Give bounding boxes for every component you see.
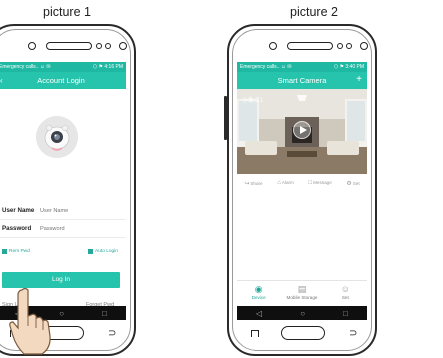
plus-icon[interactable]: + <box>356 72 362 88</box>
camera-card[interactable]: 小象点1 ↪Share ⌂Alarm □Message ⚙Set <box>237 89 367 191</box>
message-label: Message <box>313 180 332 185</box>
tab-storage-label: Mobile Storage <box>286 295 318 300</box>
device-icon: ◉ <box>254 284 263 294</box>
sensor-dot-icon <box>96 43 102 49</box>
alarm-label: Alarm <box>281 180 294 185</box>
speaker-grille <box>46 42 92 50</box>
status-right: ⬡ ⚑ 4:16 PM <box>92 64 123 70</box>
settings-label: Set <box>352 180 360 186</box>
camera-preview[interactable]: 小象点1 <box>237 89 367 174</box>
message-icon: □ <box>308 180 313 186</box>
alarm-icon: ⌂ <box>277 180 281 186</box>
tab-set-label: Set <box>341 295 349 300</box>
play-icon[interactable] <box>293 121 311 139</box>
phone-frame-2: Emergency calls.. ☺ ✉ ⬡ ⚑ 3:40 PM Smart … <box>227 24 377 356</box>
settings-icon: ⚙ <box>346 180 352 187</box>
share-icon: ↪ <box>244 180 250 187</box>
proximity-sensor-icon <box>119 42 127 50</box>
status-right: ⬡ ⚑ 3:40 PM <box>333 64 364 70</box>
front-camera-icon <box>28 42 36 50</box>
caption-picture-2: picture 2 <box>290 5 338 19</box>
message-button[interactable]: □Message <box>308 180 331 186</box>
page-title: Smart Camera <box>277 76 327 85</box>
hw-menu-icon[interactable] <box>251 330 259 337</box>
tab-device[interactable]: ◉ Device <box>239 281 279 306</box>
caption-picture-1: picture 1 <box>43 5 91 19</box>
sensor-dot-icon <box>337 43 343 49</box>
remember-password-label: Rem Pwd <box>9 249 30 254</box>
remember-password-checkbox[interactable]: Rem Pwd <box>2 249 30 254</box>
checkbox-checked-icon <box>88 249 93 254</box>
storage-icon: ▤ <box>297 284 307 294</box>
pointing-hand-icon <box>9 287 51 355</box>
avatar <box>36 116 78 158</box>
tab-device-label: Device <box>251 295 266 300</box>
hw-back-icon[interactable]: ⊃ <box>349 329 357 339</box>
nav-home-icon[interactable]: ○ <box>59 309 64 318</box>
username-row: User Name <box>0 202 126 220</box>
back-icon[interactable]: ‹ <box>0 72 3 89</box>
password-row: Password <box>0 220 126 238</box>
share-button[interactable]: ↪Share <box>244 180 262 187</box>
bottom-tab-bar: ◉ Device ▤ Mobile Storage ☺ Set <box>237 280 367 306</box>
front-camera-icon <box>269 42 277 50</box>
android-nav-bar: ◁ ○ □ <box>237 306 367 320</box>
user-icon: ☺ <box>340 284 350 294</box>
status-left: Emergency calls.. ☺ ✉ <box>240 64 292 70</box>
hardware-buttons: ⊃ <box>229 324 375 342</box>
camera-name: 小象点1 <box>242 98 264 104</box>
checkbox-checked-icon <box>2 249 7 254</box>
auto-login-label: Auto Login <box>95 249 118 254</box>
nav-recent-icon[interactable]: □ <box>343 309 348 318</box>
proximity-sensor-icon <box>360 42 368 50</box>
settings-button[interactable]: ⚙Set <box>346 180 359 187</box>
camera-mascot-icon <box>36 116 78 158</box>
username-label: User Name <box>2 207 35 214</box>
sensor-dot-icon <box>105 43 111 49</box>
nav-back-icon[interactable]: ◁ <box>256 309 262 318</box>
screen-login: Emergency calls.. ☺ ✉ ⬡ ⚑ 4:16 PM ‹ Acco… <box>0 62 126 320</box>
password-label: Password <box>2 225 32 232</box>
hw-home-button[interactable] <box>281 326 325 340</box>
status-left: Emergency calls.. ☺ ✉ <box>0 64 51 70</box>
screen-device-list: Emergency calls.. ☺ ✉ ⬡ ⚑ 3:40 PM Smart … <box>237 62 367 320</box>
nav-recent-icon[interactable]: □ <box>102 309 107 318</box>
status-bar: Emergency calls.. ☺ ✉ ⬡ ⚑ 3:40 PM <box>237 62 367 72</box>
auto-login-checkbox[interactable]: Auto Login <box>88 249 118 254</box>
speaker-grille <box>287 42 333 50</box>
alarm-button[interactable]: ⌂Alarm <box>277 180 294 186</box>
page-title: Account Login <box>37 76 85 85</box>
status-bar: Emergency calls.. ☺ ✉ ⬡ ⚑ 4:16 PM <box>0 62 126 72</box>
password-input[interactable] <box>40 220 110 238</box>
share-label: Share <box>250 180 263 186</box>
hw-back-icon[interactable]: ⊃ <box>108 329 116 339</box>
title-bar: Smart Camera + <box>237 72 367 89</box>
tab-mobile-storage[interactable]: ▤ Mobile Storage <box>282 281 322 306</box>
nav-home-icon[interactable]: ○ <box>300 309 305 318</box>
title-bar: ‹ Account Login <box>0 72 126 89</box>
sensor-dot-icon <box>346 43 352 49</box>
camera-actions: ↪Share ⌂Alarm □Message ⚙Set <box>237 177 367 189</box>
username-input[interactable] <box>40 202 110 220</box>
tab-set[interactable]: ☺ Set <box>325 281 365 306</box>
